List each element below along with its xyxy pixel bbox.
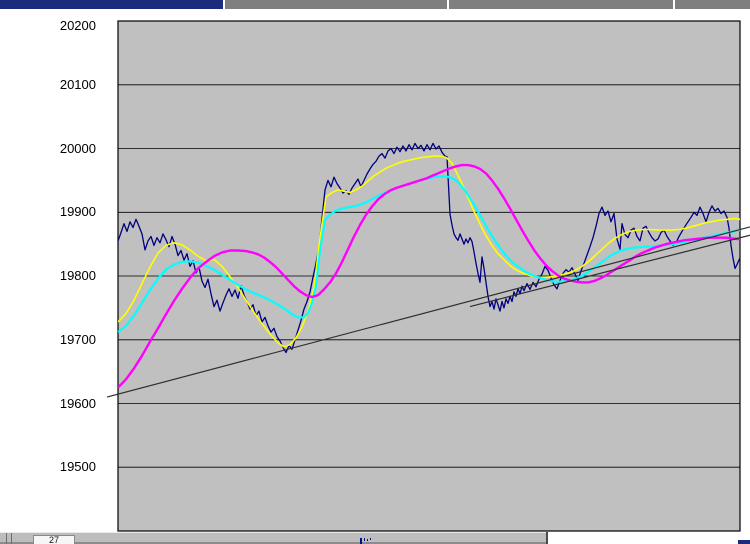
y-axis-tick-label: 19700 bbox=[59, 331, 96, 347]
bottom-toolbar-strip bbox=[0, 532, 546, 542]
x-axis-label: 27 bbox=[48, 535, 59, 544]
y-axis-tick-label: 20000 bbox=[59, 140, 96, 156]
x-axis-label-box: 27 bbox=[33, 535, 75, 544]
y-axis-tick-label: 19900 bbox=[59, 204, 96, 220]
bottom-strip-divider bbox=[546, 532, 548, 544]
bottom-tick-mark bbox=[11, 533, 12, 544]
y-axis-tick-label: 19500 bbox=[59, 459, 96, 475]
y-axis-tick-label: 20200 bbox=[59, 18, 96, 33]
bottom-tick-mark bbox=[6, 533, 7, 544]
y-axis-tick-label: 19600 bbox=[59, 395, 96, 411]
y-axis-tick-label: 20100 bbox=[59, 76, 96, 92]
excel-chart-screenshot: 20200 20100 20000 19900 19800 19700 19600 19500… bbox=[0, 0, 750, 544]
y-axis-tick-label: 19800 bbox=[59, 268, 96, 283]
tiny-text-glyph bbox=[360, 538, 376, 544]
corner-navy-patch bbox=[738, 540, 750, 544]
stock-chart[interactable] bbox=[0, 0, 750, 544]
